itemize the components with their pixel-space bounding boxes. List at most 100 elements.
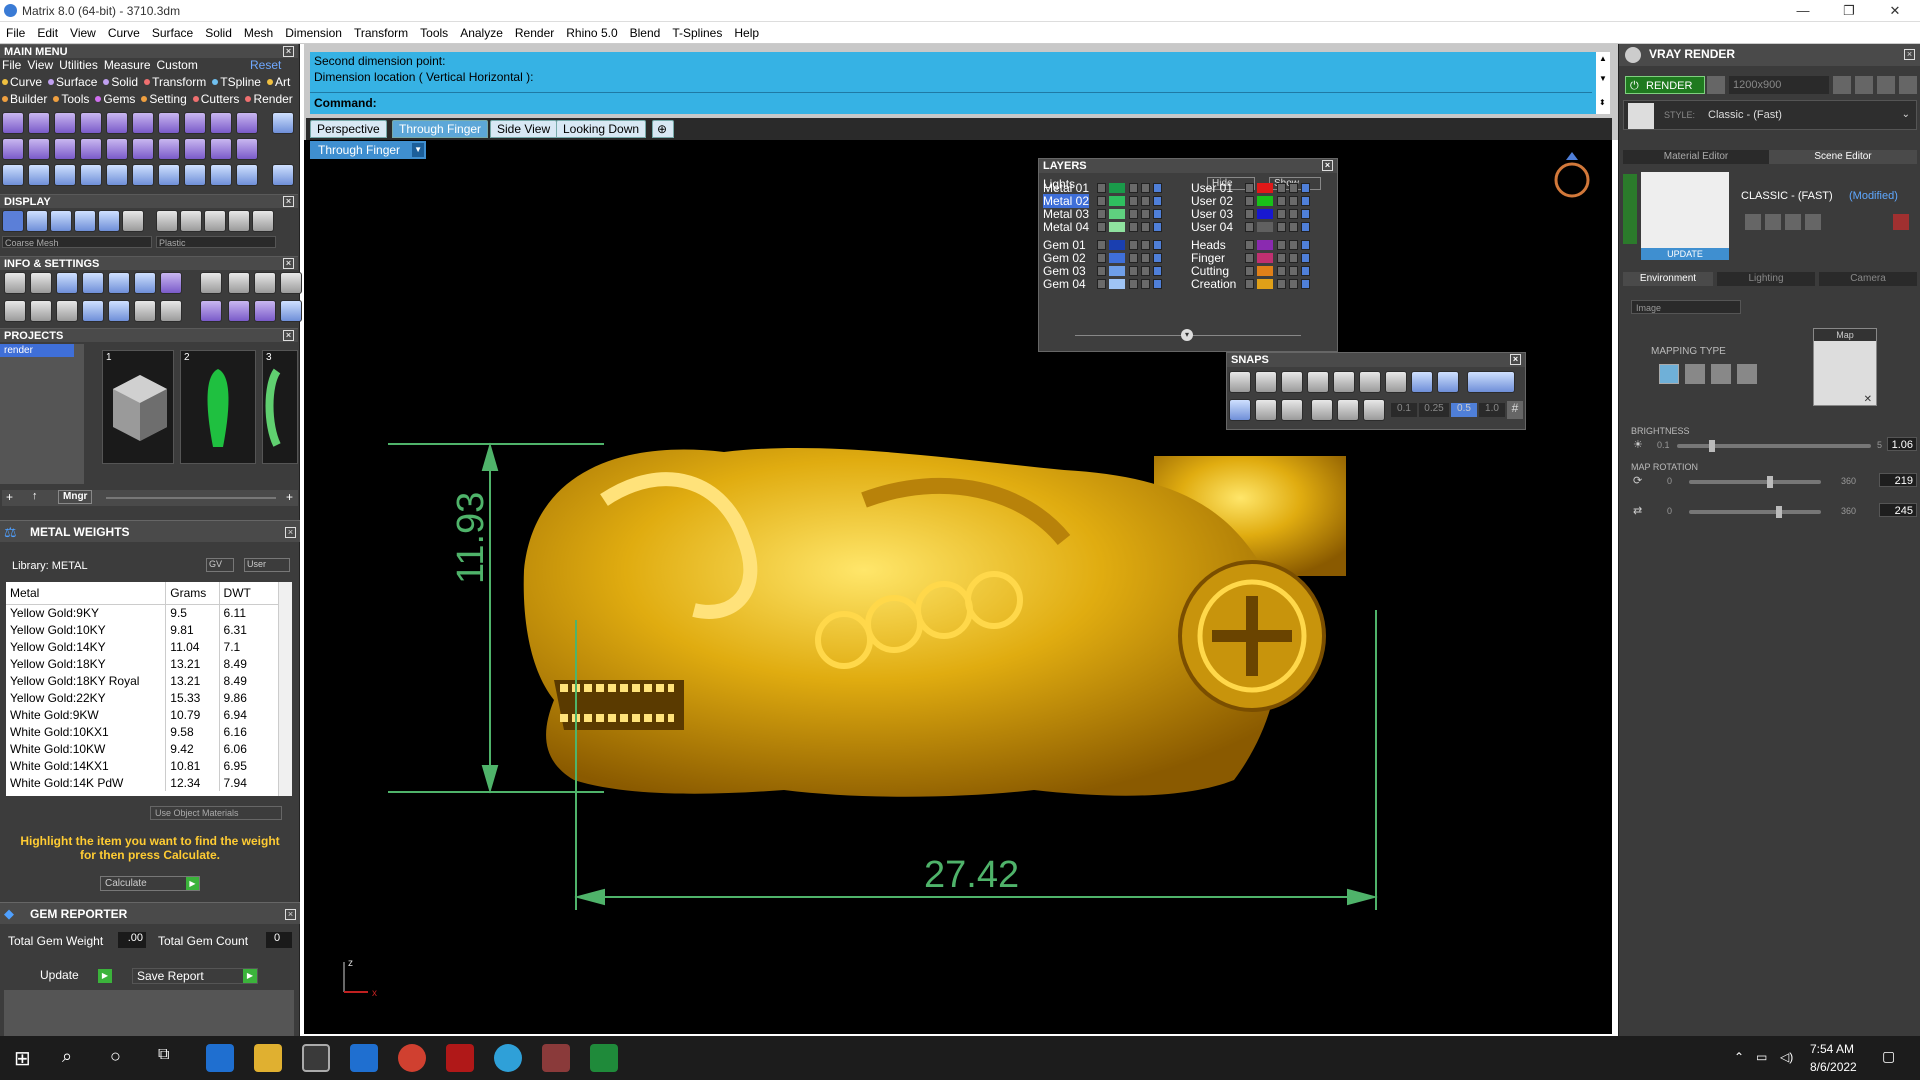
- ring-orientation-icon[interactable]: [1554, 152, 1590, 198]
- visibility-icon[interactable]: [1289, 266, 1298, 276]
- material-sphere-icon[interactable]: [156, 210, 178, 232]
- preset-update-button[interactable]: UPDATE: [1641, 248, 1729, 260]
- mm-gems[interactable]: Gems: [103, 92, 135, 106]
- layer-row[interactable]: Creation: [1191, 277, 1331, 291]
- use-object-materials-select[interactable]: Use Object Materials: [150, 806, 282, 820]
- lock-icon[interactable]: [1129, 183, 1138, 193]
- tray-chevron-icon[interactable]: ⌃: [1734, 1050, 1744, 1064]
- grid-icon[interactable]: #: [1507, 401, 1523, 419]
- table-row[interactable]: Yellow Gold:9KY 9.5 6.11: [6, 604, 292, 621]
- torus-tool-icon[interactable]: [80, 138, 102, 160]
- select-icon[interactable]: [1301, 222, 1310, 232]
- mapping-box-icon[interactable]: [1685, 364, 1705, 384]
- grid-icon[interactable]: [122, 210, 144, 232]
- menu-solid[interactable]: Solid: [199, 22, 238, 44]
- solid-tool-icon[interactable]: [158, 112, 180, 134]
- display-mode-icon[interactable]: [26, 210, 48, 232]
- expand-arrow-icon[interactable]: [1245, 209, 1254, 219]
- brightness-knob[interactable]: [1708, 440, 1715, 452]
- cone-tool-icon[interactable]: [210, 138, 232, 160]
- chrome-icon[interactable]: [398, 1044, 426, 1072]
- tool-icon[interactable]: [254, 272, 276, 294]
- menu-analyze[interactable]: Analyze: [454, 22, 509, 44]
- material-sphere-icon[interactable]: [252, 210, 274, 232]
- tool-icon[interactable]: [228, 300, 250, 322]
- select-icon[interactable]: [1301, 266, 1310, 276]
- snap-line-icon[interactable]: [1281, 399, 1303, 421]
- select-icon[interactable]: [1153, 253, 1162, 263]
- layer-row[interactable]: User 01: [1191, 181, 1331, 195]
- layer-color-swatch[interactable]: [1257, 266, 1273, 276]
- mm-view[interactable]: View: [27, 58, 53, 72]
- table-row[interactable]: White Gold:10KW 9.42 6.06: [6, 740, 292, 757]
- lock-icon[interactable]: [1129, 240, 1138, 250]
- layer-row[interactable]: Finger: [1191, 251, 1331, 265]
- visibility-icon[interactable]: [1289, 183, 1298, 193]
- material-sphere-icon[interactable]: [180, 210, 202, 232]
- torus-tool-icon[interactable]: [106, 138, 128, 160]
- layer-row[interactable]: Gem 03: [1043, 264, 1183, 278]
- preset-thumbnail[interactable]: UPDATE: [1641, 172, 1729, 260]
- mm-utilities[interactable]: Utilities: [59, 58, 98, 72]
- edge-icon[interactable]: [206, 1044, 234, 1072]
- close-icon[interactable]: ×: [285, 527, 296, 538]
- expand-arrow-icon[interactable]: [1097, 240, 1106, 250]
- expand-arrow-icon[interactable]: [1245, 279, 1254, 289]
- snap-end-icon[interactable]: [1229, 371, 1251, 393]
- database-icon[interactable]: [82, 272, 104, 294]
- table-row[interactable]: Yellow Gold:14KY 11.04 7.1: [6, 638, 292, 655]
- layer-color-swatch[interactable]: [1109, 222, 1125, 232]
- table-row[interactable]: White Gold:9KW 10.79 6.94: [6, 706, 292, 723]
- map-rotation2-slider[interactable]: [1689, 506, 1821, 518]
- layer-color-swatch[interactable]: [1109, 209, 1125, 219]
- mesh-quality-select[interactable]: Coarse Mesh: [2, 236, 152, 248]
- material-select[interactable]: Plastic: [156, 236, 276, 248]
- viewport[interactable]: Through Finger ▼ 11.93 27.42 z x: [304, 140, 1612, 1034]
- curve-tool-icon[interactable]: [2, 112, 24, 134]
- command-scrollbar[interactable]: ▲ ▼ ⬍: [1596, 52, 1610, 114]
- mm-solid[interactable]: Solid: [111, 75, 138, 89]
- expand-icon[interactable]: ▾: [1181, 329, 1193, 341]
- add-view-icon[interactable]: ⊕: [652, 120, 674, 138]
- snap-perp-icon[interactable]: [1333, 371, 1355, 393]
- grid-icon[interactable]: [1899, 76, 1917, 94]
- mapping-plane-icon[interactable]: [1659, 364, 1679, 384]
- task-view-icon[interactable]: ⧉: [158, 1046, 169, 1064]
- mm-render[interactable]: Render: [253, 92, 292, 106]
- layer-row[interactable]: Metal 01: [1043, 181, 1183, 195]
- snap-value-05[interactable]: 0.5: [1451, 403, 1477, 417]
- preset-action-icon[interactable]: [1805, 214, 1821, 230]
- map-rotation2-value[interactable]: 245: [1879, 503, 1917, 517]
- snap-value-10[interactable]: 1.0: [1479, 403, 1505, 417]
- excel-icon[interactable]: [590, 1044, 618, 1072]
- visibility-icon[interactable]: [1141, 196, 1150, 206]
- rewind-icon[interactable]: [1833, 76, 1851, 94]
- menu-surface[interactable]: Surface: [146, 22, 199, 44]
- map-rotation-slider[interactable]: [1689, 476, 1821, 488]
- mm-custom[interactable]: Custom: [157, 58, 198, 72]
- table-scrollbar[interactable]: [278, 582, 292, 796]
- map-rotation-knob[interactable]: [1766, 476, 1773, 488]
- reset-icon[interactable]: [1893, 214, 1909, 230]
- mm-cutters[interactable]: Cutters: [201, 92, 240, 106]
- manager-button[interactable]: Mngr: [58, 490, 93, 504]
- menu-tools[interactable]: Tools: [414, 22, 454, 44]
- chevron-down-icon[interactable]: ▼: [1599, 74, 1607, 83]
- menu-file[interactable]: File: [0, 22, 31, 44]
- select-icon[interactable]: [1301, 240, 1310, 250]
- mapping-sphere-icon[interactable]: [1711, 364, 1731, 384]
- chevron-up-icon[interactable]: ▲: [1599, 54, 1607, 63]
- visibility-icon[interactable]: [1289, 240, 1298, 250]
- cylinder-icon[interactable]: [82, 300, 104, 322]
- menu-tsplines[interactable]: T-Splines: [666, 22, 728, 44]
- mm-measure[interactable]: Measure: [104, 58, 151, 72]
- layer-row[interactable]: Heads: [1191, 238, 1331, 252]
- layer-color-swatch[interactable]: [1257, 222, 1273, 232]
- expand-arrow-icon[interactable]: [1245, 240, 1254, 250]
- curve-tool-icon[interactable]: [80, 112, 102, 134]
- store-icon[interactable]: [302, 1044, 330, 1072]
- surface-tool-icon[interactable]: [28, 138, 50, 160]
- close-icon[interactable]: ×: [283, 258, 294, 269]
- expand-arrow-icon[interactable]: [1097, 209, 1106, 219]
- close-icon[interactable]: ×: [283, 196, 294, 207]
